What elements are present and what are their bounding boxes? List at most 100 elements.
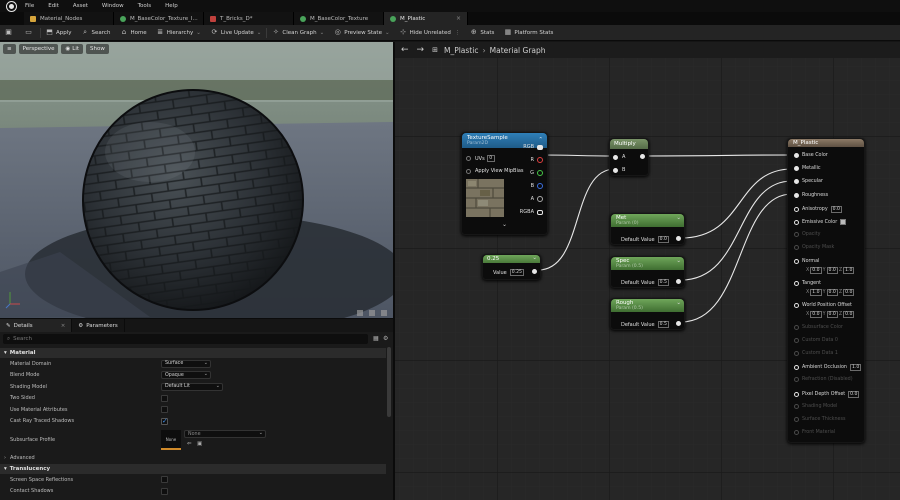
tab-basecolor-texture[interactable]: M_BaseColor_Texture <box>294 12 384 25</box>
pin-multiply-b[interactable]: B <box>613 167 625 173</box>
lit-button[interactable]: ◉ Lit <box>61 44 84 54</box>
table-view-icon[interactable]: ▦ <box>373 335 379 342</box>
vector-component-input[interactable]: 1.0 <box>843 266 855 274</box>
viewport-options-button[interactable]: ≡ <box>3 44 16 54</box>
material-pin-subsurface-color[interactable]: Subsurface Color <box>794 324 843 330</box>
preview-viewport[interactable]: ≡ Perspective ◉ Lit Show <box>0 42 393 318</box>
pin-rough-out[interactable] <box>676 321 681 326</box>
vector-component-input[interactable]: 0.0 <box>810 310 822 318</box>
screen-space-reflections-checkbox[interactable] <box>161 476 168 484</box>
material-pin-world-position-offset[interactable]: World Position Offset <box>794 302 852 308</box>
tab-basecolor-texture-inst[interactable]: M_BaseColor_Texture_I... <box>114 12 204 25</box>
node-material-output[interactable]: M_Plastic Base Color Metallic Specular Roug… <box>787 138 865 443</box>
menu-edit[interactable]: Edit <box>41 3 66 9</box>
node-texture-sample[interactable]: TextureSample Param2D ⌃ UVs 0 Apply View Mi… <box>461 132 548 235</box>
contact-shadows-checkbox[interactable] <box>161 487 168 495</box>
unreal-logo-icon[interactable] <box>4 0 18 12</box>
uvs-value[interactable]: 0 <box>486 155 495 162</box>
pin-a-out[interactable]: A <box>531 196 543 202</box>
material-pin-ambient-occlusion[interactable]: Ambient Occlusion 1.0 <box>794 364 862 372</box>
hide-unrelated-button[interactable]: ⊹ Hide Unrelated ⋮ <box>395 25 466 41</box>
vector-component-input[interactable]: 0.0 <box>843 310 855 318</box>
material-pin-pixel-depth-offset[interactable]: Pixel Depth Offset 0.0 <box>794 390 860 398</box>
collapse-chevron-icon[interactable]: ⌄ <box>676 258 681 264</box>
pin-rgb-out[interactable]: RGB <box>523 144 543 150</box>
material-pin-specular[interactable]: Specular <box>794 179 823 185</box>
pin-apply-view-mipbias[interactable]: Apply View MipBias <box>466 168 524 174</box>
save-button[interactable]: ▣ <box>0 25 20 41</box>
advanced-section[interactable]: › Advanced <box>0 453 386 463</box>
color-swatch[interactable] <box>840 219 847 225</box>
collapse-chevron-icon[interactable]: ⌄ <box>676 215 681 221</box>
collapse-chevron-icon[interactable]: ⌃ <box>538 137 543 143</box>
pin-constant-out[interactable] <box>532 269 537 274</box>
live-update-button[interactable]: ⟳ Live Update ⌄ <box>206 25 267 41</box>
use-material-attributes-checkbox[interactable] <box>161 406 168 414</box>
vector-component-input[interactable]: 0.0 <box>826 310 838 318</box>
back-arrow-icon[interactable]: ← <box>401 45 409 55</box>
material-pin-metallic[interactable]: Metallic <box>794 166 821 172</box>
node-param-rough[interactable]: Rough Param (0.5) ⌄ Default Value 0.5 <box>610 298 685 330</box>
material-graph-panel[interactable]: ← → ⊞ M_Plastic › Material Graph Texture… <box>393 42 900 500</box>
pin-uvs[interactable]: UVs 0 <box>466 155 495 162</box>
breadcrumb-graph[interactable]: Material Graph <box>490 46 546 55</box>
pin-rgba-out[interactable]: RGBA <box>520 209 543 215</box>
subsurface-profile-dropdown[interactable]: None <box>184 430 266 438</box>
material-pin-refraction-disabled[interactable]: Refraction (Disabled) <box>794 377 853 383</box>
hierarchy-button[interactable]: ≣ Hierarchy ⌄ <box>152 25 206 41</box>
collapse-chevron-icon[interactable]: ⌄ <box>676 300 681 306</box>
material-pin-opacity-mask[interactable]: Opacity Mask <box>794 245 834 251</box>
pin-value-input[interactable]: 0.0 <box>830 205 842 213</box>
clean-graph-button[interactable]: ✧ Clean Graph ⌄ <box>267 25 329 41</box>
subsurface-profile-thumbnail[interactable]: None <box>161 430 181 450</box>
node-param-met[interactable]: Met Param (0) ⌄ Default Value 0.0 <box>610 213 685 245</box>
category-translucency[interactable]: ▾ Translucency <box>0 464 386 474</box>
material-pin-front-material[interactable]: Front Material <box>794 430 835 436</box>
menu-window[interactable]: Window <box>95 3 131 9</box>
material-pin-anisotropy[interactable]: Anisotropy 0.0 <box>794 205 842 213</box>
pin-multiply-a[interactable]: A <box>613 154 625 160</box>
browse-button[interactable]: ▭ <box>20 25 40 41</box>
value-input[interactable]: 0.5 <box>657 321 669 328</box>
close-tab-icon[interactable]: × <box>456 15 461 22</box>
pin-spec-out[interactable] <box>676 279 681 284</box>
pin-value-input[interactable]: 0.0 <box>848 390 860 398</box>
category-material[interactable]: ▾ Material <box>0 348 386 358</box>
pin-b-out[interactable]: B <box>531 183 543 189</box>
search-button[interactable]: ⌕ Search <box>77 25 116 41</box>
vector-component-input[interactable]: 0.0 <box>826 288 838 296</box>
show-button[interactable]: Show <box>86 44 109 54</box>
pin-g-out[interactable]: G <box>530 170 543 176</box>
vector-component-input[interactable]: 0.0 <box>810 266 822 274</box>
cast-ray-traced-shadows-checkbox[interactable]: ✓ <box>161 417 168 425</box>
two-sided-checkbox[interactable] <box>161 394 168 402</box>
more-options-icon[interactable]: ⋮ <box>455 30 461 36</box>
pin-value-input[interactable]: 1.0 <box>849 364 862 372</box>
close-icon[interactable]: × <box>61 323 66 329</box>
material-pin-base-color[interactable]: Base Color <box>794 153 828 158</box>
material-pin-emissive-color[interactable]: Emissive Color <box>794 219 847 225</box>
tab-m-plastic[interactable]: M_Plastic × <box>384 12 468 25</box>
home-button[interactable]: ⌂ Home <box>115 25 151 41</box>
material-pin-opacity[interactable]: Opacity <box>794 232 820 238</box>
node-param-spec[interactable]: Spec Param (0.5) ⌄ Default Value 0.5 <box>610 256 685 288</box>
value-input[interactable]: 0.0 <box>657 236 669 243</box>
material-pin-roughness[interactable]: Roughness <box>794 192 828 198</box>
material-pin-custom-data-0[interactable]: Custom Data 0 <box>794 337 838 343</box>
material-pin-shading-model[interactable]: Shading Model <box>794 403 837 409</box>
perspective-button[interactable]: Perspective <box>18 44 59 54</box>
material-pin-tangent[interactable]: Tangent <box>794 280 821 286</box>
forward-arrow-icon[interactable]: → <box>417 45 425 55</box>
details-scrollbar[interactable] <box>387 347 391 417</box>
node-multiply[interactable]: Multiply A B <box>609 138 649 176</box>
viewport-corner-icons[interactable] <box>357 310 387 316</box>
use-selected-icon[interactable]: ⇐ <box>187 441 192 447</box>
material-pin-normal[interactable]: Normal <box>794 258 819 264</box>
graph-hierarchy-icon[interactable]: ⊞ <box>432 46 438 54</box>
menu-tools[interactable]: Tools <box>131 3 159 9</box>
material-domain-dropdown[interactable]: Surface <box>161 359 211 368</box>
preview-state-button[interactable]: ◎ Preview State ⌄ <box>329 25 394 41</box>
menu-help[interactable]: Help <box>158 3 185 9</box>
material-pin-custom-data-1[interactable]: Custom Data 1 <box>794 351 838 356</box>
apply-button[interactable]: ⬒ Apply <box>41 25 77 41</box>
